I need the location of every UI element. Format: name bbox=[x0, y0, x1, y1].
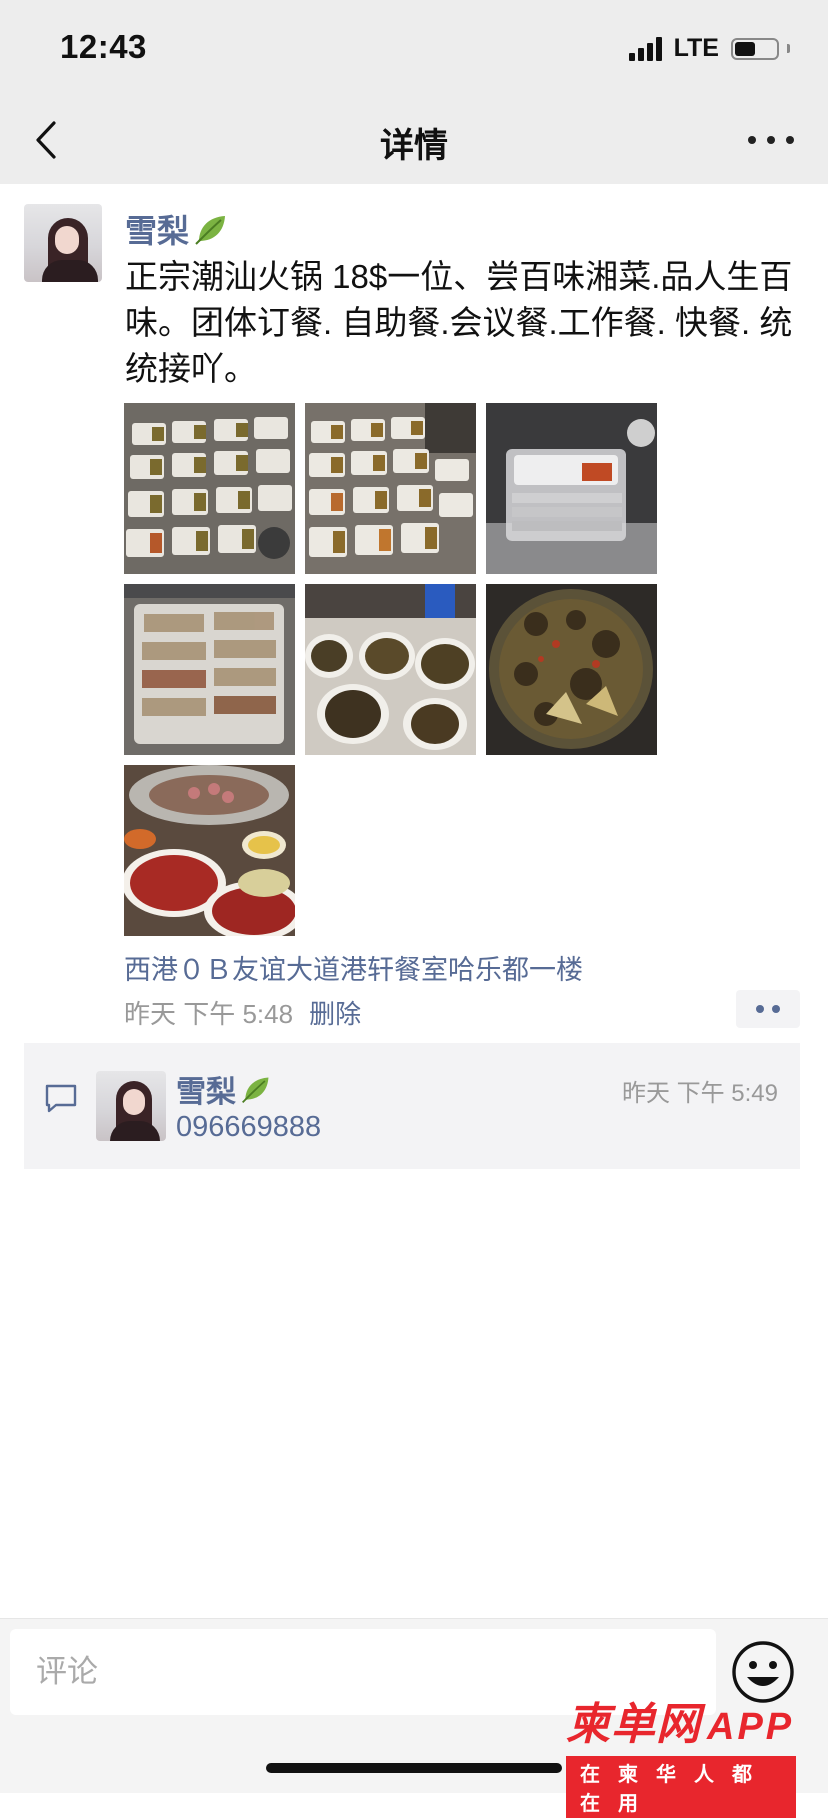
author-name-text: 雪梨 bbox=[125, 213, 190, 249]
emoji-icon[interactable] bbox=[730, 1639, 796, 1705]
dot-icon bbox=[772, 1005, 780, 1013]
network-type: LTE bbox=[673, 34, 719, 62]
photo-stacked-containers[interactable] bbox=[486, 403, 657, 574]
battery-tip bbox=[787, 44, 790, 53]
watermark-main: 柬单网 bbox=[566, 1700, 701, 1749]
delete-post-link[interactable]: 删除 bbox=[309, 994, 361, 1031]
status-indicators: LTE bbox=[628, 34, 790, 63]
watermark-app: APP bbox=[707, 1706, 795, 1748]
post-meta: 昨天 下午 5:48 删除 bbox=[124, 994, 361, 1031]
comment-text[interactable]: 096669888 bbox=[176, 1111, 321, 1144]
photo-braised-dish[interactable] bbox=[486, 584, 657, 755]
more-options-button[interactable] bbox=[748, 128, 794, 152]
post-time: 昨天 下午 5:48 bbox=[124, 999, 294, 1029]
dot-icon bbox=[748, 136, 756, 144]
photo-hotpot-sliced-beef[interactable] bbox=[124, 765, 295, 936]
leaf-icon bbox=[242, 1077, 269, 1103]
signal-icon bbox=[628, 36, 662, 61]
post-text: 正宗潮汕火锅 18$一位、尝百味湘菜.品人生百味。团体订餐. 自助餐.会议餐.工… bbox=[125, 258, 793, 387]
page-title: 详情 bbox=[380, 127, 448, 165]
dot-icon bbox=[786, 136, 794, 144]
commenter-avatar[interactable] bbox=[96, 1071, 166, 1141]
author-name[interactable]: 雪梨 bbox=[125, 206, 229, 252]
post-location-link[interactable]: 西港０Ｂ友谊大道港轩餐室哈乐都一楼 bbox=[124, 948, 583, 987]
photo-meal-boxes-rice[interactable] bbox=[124, 403, 295, 574]
dot-icon bbox=[756, 1005, 764, 1013]
battery-icon bbox=[731, 37, 779, 60]
leaf-icon bbox=[195, 216, 226, 245]
watermark-logo: 柬单网 APP 在柬华人都在用 bbox=[566, 1700, 828, 1818]
photo-packed-containers[interactable] bbox=[124, 584, 295, 755]
dot-icon bbox=[767, 136, 775, 144]
commenter-name[interactable]: 雪梨 bbox=[176, 1067, 272, 1111]
watermark-sub: 在柬华人都在用 bbox=[566, 1756, 796, 1818]
author-avatar[interactable] bbox=[24, 204, 102, 282]
comment-section: 雪梨 昨天 下午 5:49 096669888 bbox=[24, 1043, 800, 1169]
photo-bowls-of-stew[interactable] bbox=[305, 584, 476, 755]
commenter-name-text: 雪梨 bbox=[176, 1076, 236, 1109]
like-comment-menu-button[interactable] bbox=[736, 990, 800, 1028]
photo-meal-boxes-rice-2[interactable] bbox=[305, 403, 476, 574]
home-indicator[interactable] bbox=[266, 1763, 562, 1773]
comment-icon bbox=[45, 1084, 77, 1113]
status-time: 12:43 bbox=[60, 28, 147, 65]
top-bar: 12:43 LTE 详情 bbox=[0, 0, 828, 184]
comment-time: 昨天 下午 5:49 bbox=[621, 1080, 778, 1107]
